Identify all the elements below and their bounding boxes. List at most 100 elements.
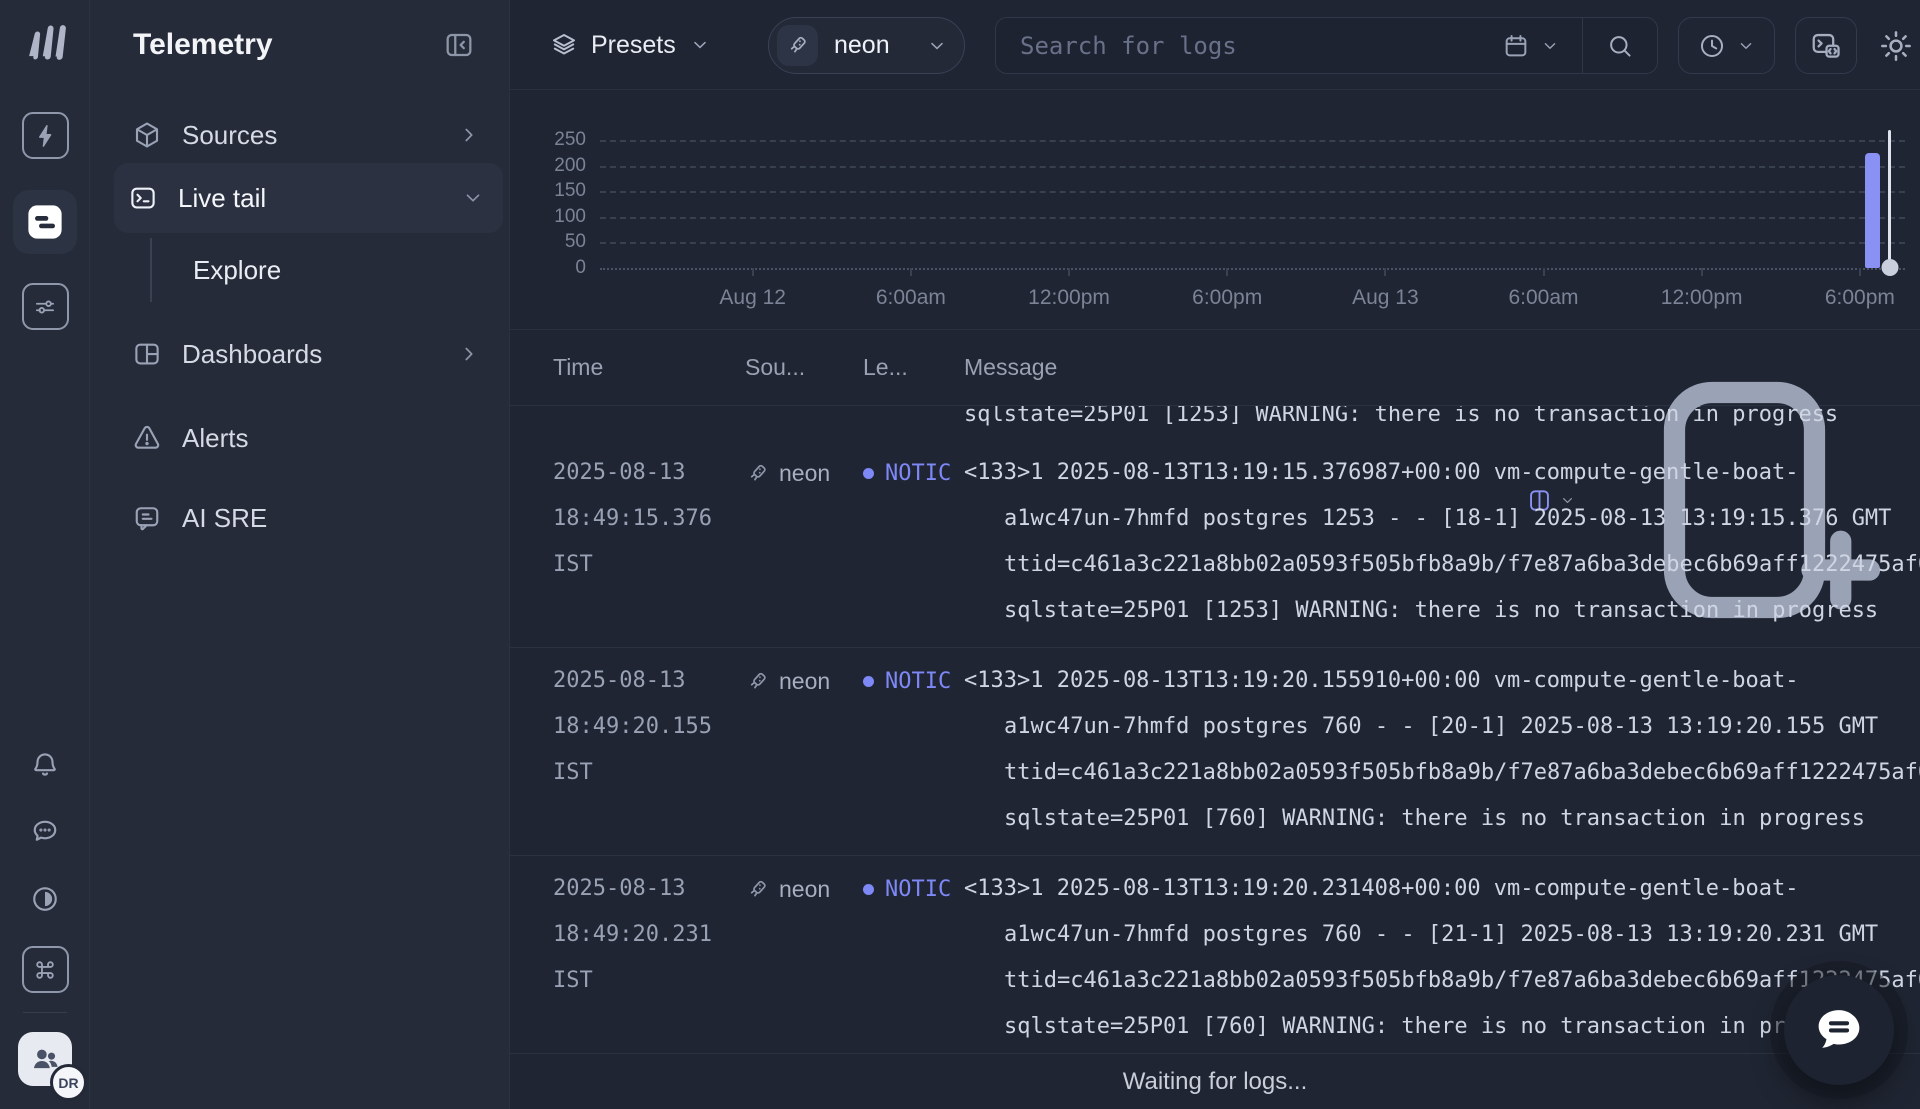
clock-icon [1698,32,1726,60]
app-window: DR Telemetry Sources Live tail Explore Dash… [0,0,1920,1109]
log-rows-viewport: sqlstate=25P01 [1253] WARNING: there is … [510,406,1920,1053]
rail-item-metrics[interactable] [22,283,69,330]
rail-item-theme-toggle[interactable] [30,884,60,914]
alert-triangle-icon [132,423,162,453]
log-table-row[interactable]: 2025-08-1318:49:15.376ISTneonNOTIC<133>1… [510,440,1920,648]
log-volume-bar[interactable] [1865,153,1880,268]
neon-source-icon [745,461,770,486]
live-now-marker[interactable] [1888,130,1891,268]
log-message-line: sqlstate=25P01 [760] WARNING: there is n… [964,796,1920,842]
neon-source-icon [745,877,770,902]
chart-plot[interactable]: 050100150200250Aug 126:00am12:00pm6:00pm… [600,140,1905,268]
source-selector-dropdown[interactable]: neon [768,17,965,74]
settings-button[interactable] [1878,28,1914,64]
x-tick-label: 6:00pm [1192,286,1262,310]
speech-bubble-icon [1813,1004,1865,1056]
x-tick-label: 12:00pm [1661,286,1743,310]
rail-item-quickstart[interactable] [22,112,69,159]
log-message-line: <133>1 2025-08-13T13:19:20.231408+00:00 … [964,866,1920,912]
brand-logo-icon[interactable] [20,16,72,68]
timestamp-line: 18:49:15.376 [553,496,745,542]
log-table-row[interactable]: 2025-08-1318:49:20.231ISTneonNOTIC<133>1… [510,856,1920,1053]
sidebar-item-dashboards[interactable]: Dashboards [118,326,499,382]
topbar: Presets neon [510,0,1920,90]
log-table-row[interactable]: 2025-08-1318:49:20.155ISTneonNOTIC<133>1… [510,648,1920,856]
rail-item-shortcuts[interactable] [22,946,69,993]
sliders-icon [32,294,58,320]
log-message: <133>1 2025-08-13T13:19:20.231408+00:00 … [964,866,1920,1053]
sidebar-item-ai-sre[interactable]: AI SRE [118,490,499,546]
source-label: neon [779,876,830,903]
x-tick-mark [1859,268,1861,276]
level-label: NOTIC [885,461,951,486]
dashboard-icon [132,339,162,369]
timestamp-line: IST [553,750,745,796]
sidebar-item-alerts[interactable]: Alerts [118,410,499,466]
timestamp-line: 2025-08-13 [553,866,745,912]
sidebar-item-explore[interactable]: Explore [150,242,509,298]
time-refresh-dropdown[interactable] [1678,17,1775,74]
sidebar: Telemetry Sources Live tail Explore Dashboa… [90,0,510,1109]
zap-icon [32,123,58,149]
gear-icon [1878,28,1914,64]
chat-widget-button[interactable] [1784,975,1894,1085]
date-range-dropdown[interactable] [1480,32,1582,60]
presets-dropdown[interactable]: Presets [550,17,711,73]
source-chip [777,25,818,66]
column-header-sou: Sou... [745,354,863,381]
y-tick-label: 250 [532,129,586,151]
user-avatar[interactable]: DR [18,1032,72,1086]
sidebar-nav: Sources Live tail Explore Dashboards Alerts A… [90,107,509,546]
log-message-line: sqlstate=25P01 [760] WARNING: there is n… [964,1004,1920,1050]
log-message-line: ttid=c461a3c221a8bb02a0593f505bfb8a9b/f7… [964,958,1920,1004]
timestamp-line: 2025-08-13 [553,658,745,704]
terminal-code-icon [1810,30,1842,62]
live-now-handle[interactable] [1881,259,1898,276]
table-footer: Waiting for logs... [510,1053,1920,1109]
sidebar-item-live-tail[interactable]: Live tail [114,163,503,233]
level-dot [863,468,874,479]
query-terminal-button[interactable] [1795,17,1857,74]
chevron-down-icon [926,35,948,57]
sidebar-item-label: AI SRE [182,503,481,534]
search-submit-button[interactable] [1583,18,1657,73]
column-header-time: Time [553,354,745,381]
chevron-down-icon [461,186,485,210]
neon-source-icon [785,33,810,58]
command-icon [32,957,58,983]
x-tick-mark [1226,268,1228,276]
neon-source-icon [745,669,770,694]
x-tick-mark [752,268,754,276]
log-rows: 2025-08-1318:49:15.376ISTneonNOTIC<133>1… [510,440,1920,1053]
x-tick-mark [1068,268,1070,276]
log-message-line: a1wc47un-7hmfd postgres 1253 - - [18-1] … [964,496,1920,542]
sidebar-item-label: Sources [182,120,457,151]
x-tick-label: 6:00pm [1825,286,1895,310]
rail-item-feedback[interactable] [30,816,60,846]
level-label: NOTIC [885,669,951,694]
search-input[interactable] [996,18,1480,73]
clipped-log-row[interactable]: sqlstate=25P01 [1253] WARNING: there is … [510,406,1920,440]
timestamp-line: 2025-08-13 [553,450,745,496]
sidebar-item-sources[interactable]: Sources [118,107,499,163]
rail-item-logs[interactable] [13,190,77,254]
y-tick-label: 100 [532,206,586,228]
x-tick-mark [1701,268,1703,276]
collapse-sidebar-button[interactable] [443,29,475,61]
page-title: Telemetry [133,28,273,62]
gridline [600,140,1905,142]
rail-item-notifications[interactable] [30,749,60,779]
terminal-icon [128,183,158,213]
timestamp-line: IST [553,958,745,1004]
x-tick-mark [1543,268,1545,276]
chevron-right-icon [457,123,481,147]
y-tick-label: 150 [532,180,586,202]
log-message-line: <133>1 2025-08-13T13:19:20.155910+00:00 … [964,658,1920,704]
x-tick-label: 6:00am [1508,286,1578,310]
search-icon [1606,32,1634,60]
timestamp-line: 18:49:20.155 [553,704,745,750]
log-source: neon [745,866,863,912]
contrast-icon [30,884,60,914]
message-square-icon [132,503,162,533]
log-level: NOTIC [863,866,964,912]
